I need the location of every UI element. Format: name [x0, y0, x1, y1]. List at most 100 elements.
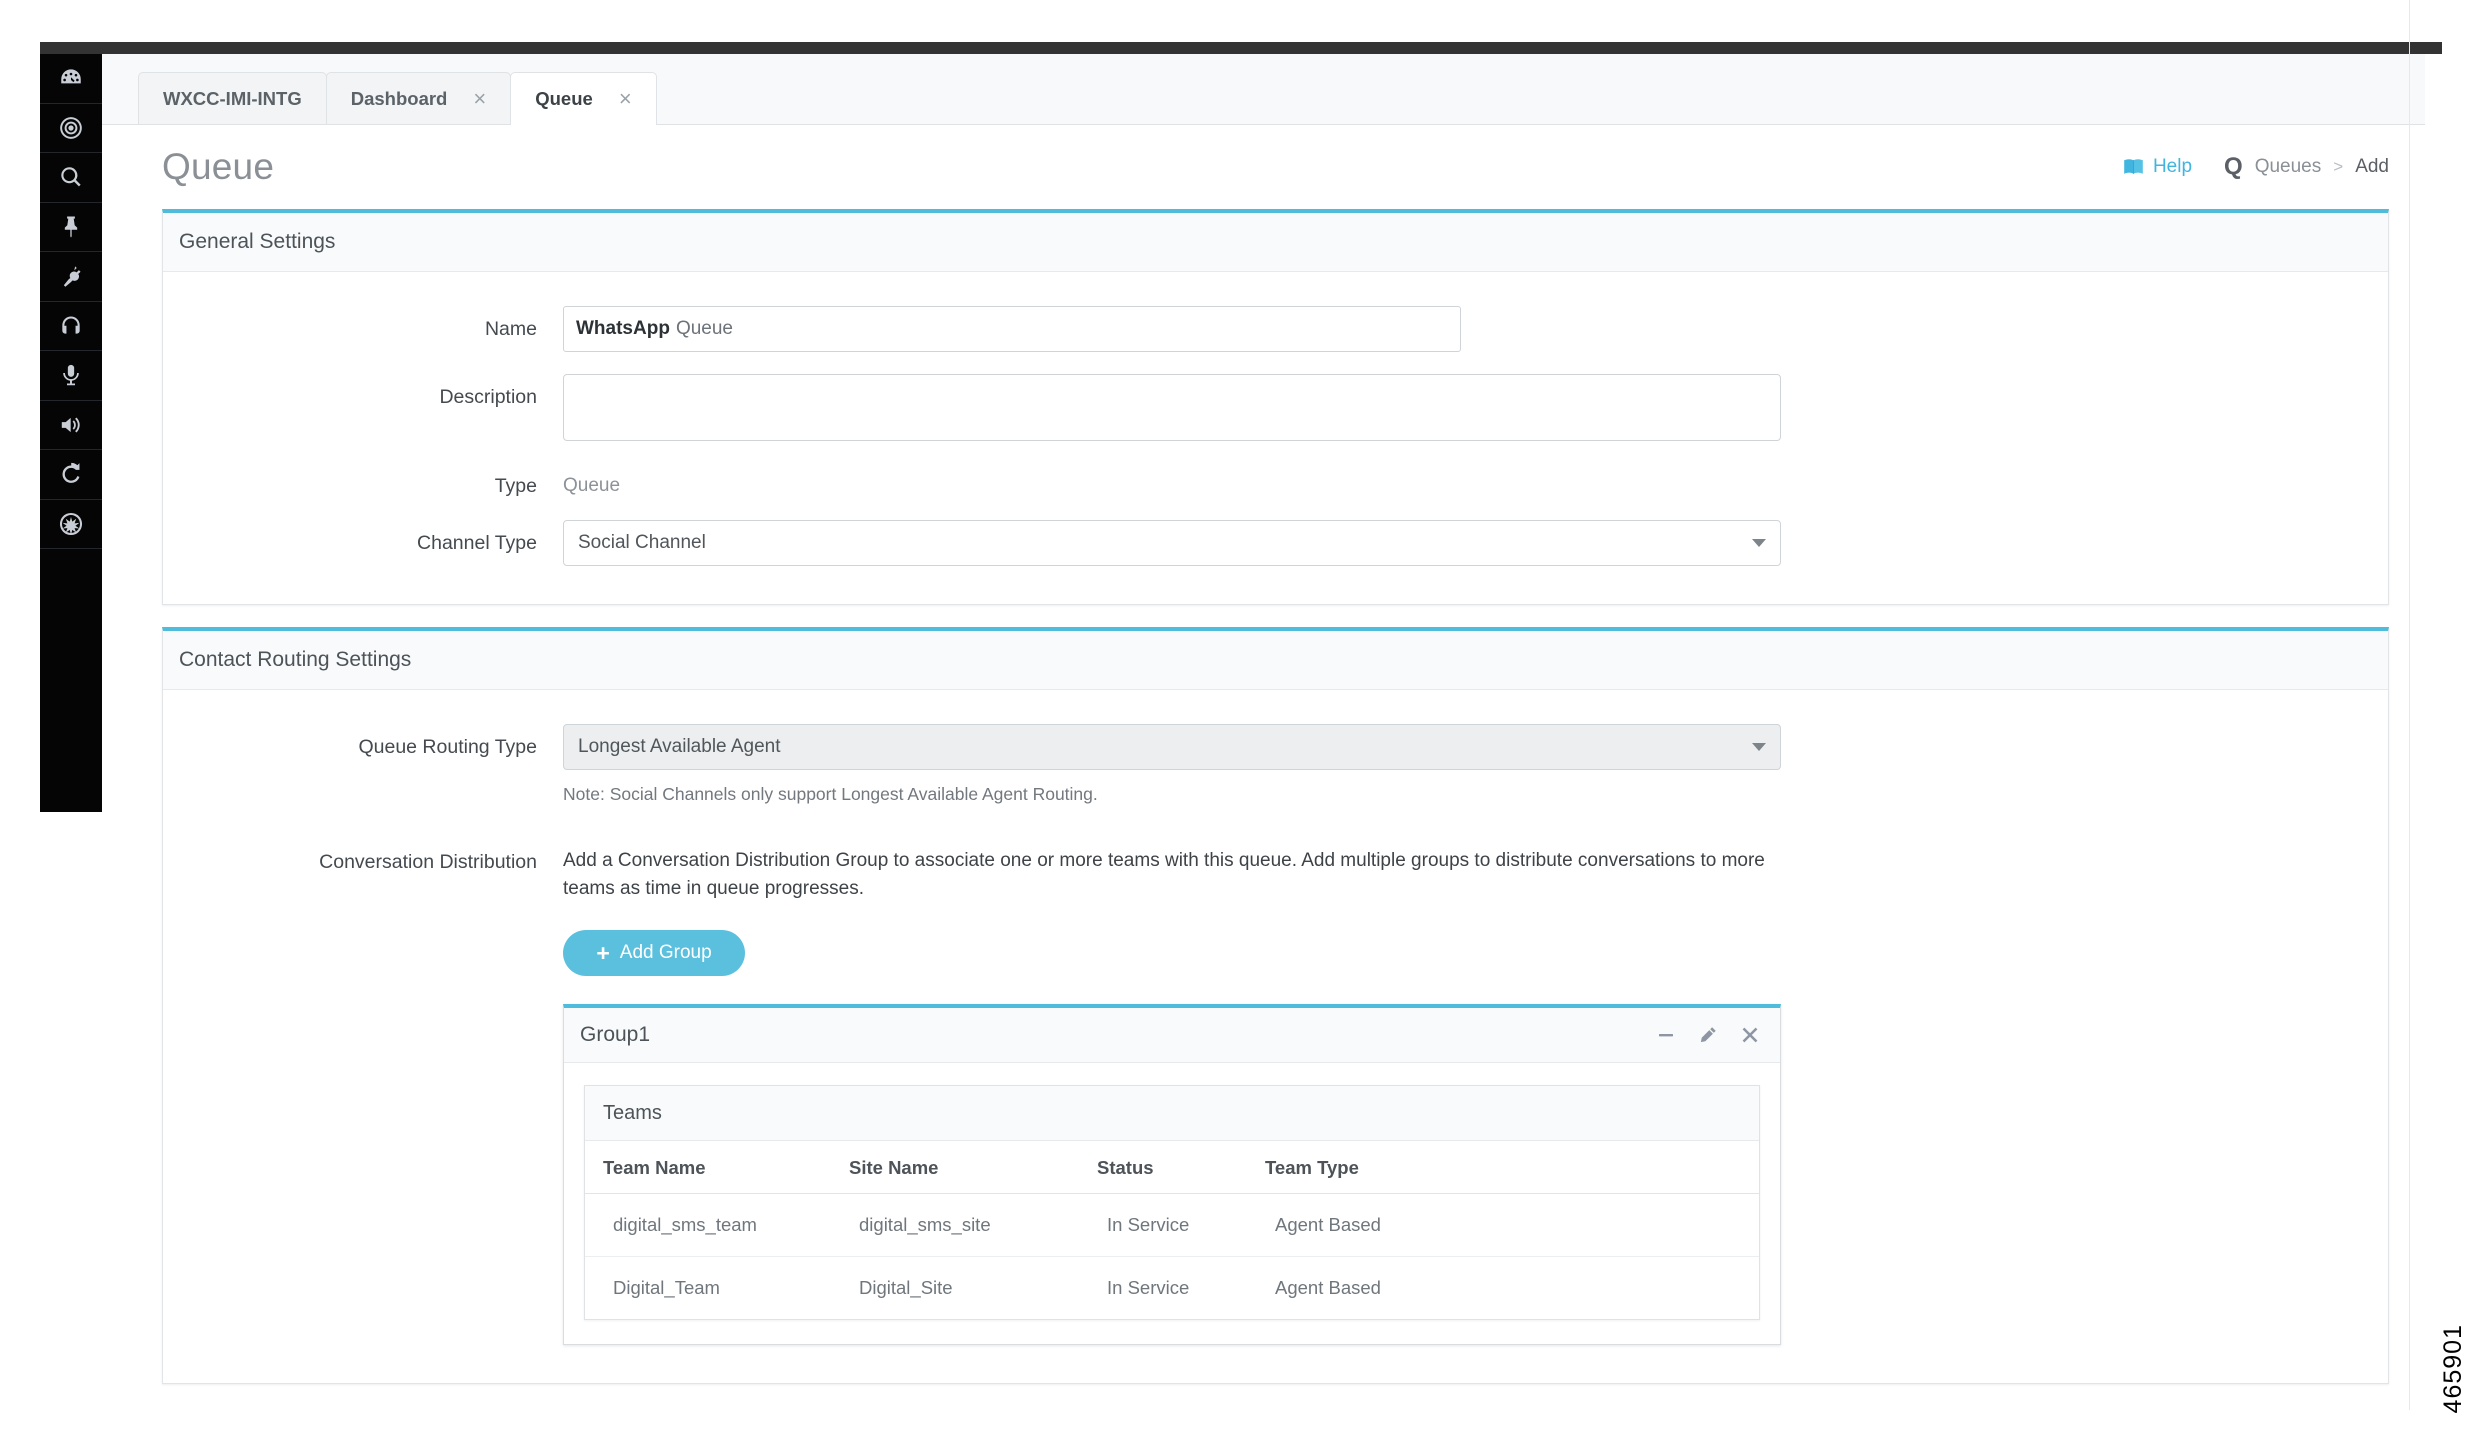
window-top-bar	[40, 42, 2442, 54]
target-icon	[58, 115, 84, 141]
name-value-strong: WhatsApp	[576, 318, 670, 340]
cell-team-name: digital_sms_team	[585, 1194, 849, 1257]
group-card-header: Group1	[564, 1008, 1780, 1063]
cell-status: In Service	[1097, 1194, 1265, 1257]
panel-title-general-settings: General Settings	[163, 213, 2388, 272]
help-link[interactable]: Help	[2123, 156, 2192, 178]
panel-title-contact-routing: Contact Routing Settings	[163, 631, 2388, 690]
teams-table: Team Name Site Name Status Team Type	[585, 1141, 1759, 1319]
teams-title: Teams	[585, 1086, 1759, 1141]
sidebar-item-history[interactable]	[40, 450, 102, 500]
queue-routing-type-field-wrap: Longest Available Agent Note: Social Cha…	[563, 724, 2388, 805]
description-textarea[interactable]	[563, 374, 1781, 441]
table-header-row: Team Name Site Name Status Team Type	[585, 1141, 1759, 1194]
breadcrumb-separator: >	[2333, 157, 2343, 177]
general-settings-body: Name WhatsApp Queue Description	[163, 272, 2388, 604]
queue-routing-type-value: Longest Available Agent	[578, 736, 781, 758]
cell-team-type: Agent Based	[1265, 1194, 1759, 1257]
type-value: Queue	[563, 463, 2388, 497]
search-icon	[58, 164, 84, 190]
tab-label: Dashboard	[351, 88, 448, 110]
gear-icon	[58, 511, 84, 537]
sidebar-item-headset[interactable]	[40, 302, 102, 352]
book-icon	[2123, 158, 2144, 176]
field-row-type: Type Queue	[163, 463, 2388, 498]
queue-q-icon: Q	[2224, 155, 2243, 179]
table-row[interactable]: Digital_Team Digital_Site In Service Age…	[585, 1257, 1759, 1320]
microphone-icon	[58, 362, 84, 388]
channel-type-value: Social Channel	[578, 532, 706, 554]
channel-type-select[interactable]: Social Channel	[563, 520, 1781, 566]
page-header: Queue Help Q Queues > Add	[102, 125, 2425, 209]
field-row-channel-type: Channel Type Social Channel	[163, 520, 2388, 566]
channel-type-field-wrap: Social Channel	[563, 520, 2388, 566]
sidebar-item-plug[interactable]	[40, 252, 102, 302]
close-icon[interactable]: ×	[473, 88, 486, 110]
column-header-team-name: Team Name	[585, 1141, 849, 1194]
plus-icon: +	[596, 942, 609, 965]
queue-routing-type-select[interactable]: Longest Available Agent	[563, 724, 1781, 770]
application-frame: WXCC-IMI-INTG Dashboard × Queue × Queue	[102, 54, 2425, 1410]
queue-routing-type-label: Queue Routing Type	[163, 724, 563, 759]
tab-wxcc-imi-intg[interactable]: WXCC-IMI-INTG	[138, 72, 327, 125]
conversation-distribution-label: Conversation Distribution	[163, 839, 563, 874]
page-content: Queue Help Q Queues > Add General Settin	[102, 124, 2425, 1410]
add-group-label: Add Group	[620, 942, 712, 964]
cell-site-name: Digital_Site	[849, 1257, 1097, 1320]
add-group-button[interactable]: + Add Group	[563, 930, 745, 976]
cell-site-name: digital_sms_site	[849, 1194, 1097, 1257]
field-row-queue-routing-type: Queue Routing Type Longest Available Age…	[163, 724, 2388, 805]
cell-team-name: Digital_Team	[585, 1257, 849, 1320]
type-label: Type	[163, 463, 563, 498]
group-card: Group1	[563, 1004, 1781, 1345]
routing-note: Note: Social Channels only support Longe…	[563, 784, 2388, 805]
sidebar-item-pin[interactable]	[40, 203, 102, 253]
breadcrumb-queues[interactable]: Queues	[2255, 156, 2322, 178]
sidebar-item-volume[interactable]	[40, 401, 102, 451]
minus-icon[interactable]	[1656, 1025, 1676, 1045]
sidebar-item-settings[interactable]	[40, 500, 102, 550]
pencil-icon[interactable]	[1698, 1025, 1718, 1045]
name-field-wrap: WhatsApp Queue	[563, 306, 2388, 352]
headset-icon	[58, 313, 84, 339]
sidebar-item-dashboard[interactable]	[40, 54, 102, 104]
name-label: Name	[163, 306, 563, 341]
tab-label: WXCC-IMI-INTG	[163, 88, 302, 110]
undo-icon	[58, 461, 84, 487]
gauge-icon	[58, 65, 84, 91]
close-icon[interactable]	[1740, 1025, 1760, 1045]
name-input[interactable]: WhatsApp Queue	[563, 306, 1461, 352]
help-label: Help	[2153, 156, 2192, 178]
column-header-site-name: Site Name	[849, 1141, 1097, 1194]
sidebar-item-search[interactable]	[40, 153, 102, 203]
group-actions	[1634, 1025, 1760, 1045]
tab-queue[interactable]: Queue ×	[510, 72, 656, 125]
field-row-conversation-distribution: Conversation Distribution Add a Conversa…	[163, 839, 2388, 1345]
tab-label: Queue	[535, 88, 593, 110]
description-field-wrap	[563, 374, 2388, 441]
conversation-distribution-description: Add a Conversation Distribution Group to…	[563, 839, 1783, 902]
field-row-name: Name WhatsApp Queue	[163, 306, 2388, 352]
speaker-icon	[58, 412, 84, 438]
left-icon-rail	[40, 54, 102, 812]
conversation-distribution-field-wrap: Add a Conversation Distribution Group to…	[563, 839, 2388, 1345]
tab-dashboard[interactable]: Dashboard ×	[326, 72, 512, 125]
contact-routing-settings-panel: Contact Routing Settings Queue Routing T…	[162, 627, 2389, 1384]
table-row[interactable]: digital_sms_team digital_sms_site In Ser…	[585, 1194, 1759, 1257]
sidebar-item-bullseye[interactable]	[40, 104, 102, 154]
sidebar-item-microphone[interactable]	[40, 351, 102, 401]
pushpin-icon	[58, 214, 84, 240]
rail-spacer	[40, 549, 102, 812]
description-label: Description	[163, 374, 563, 409]
figure-rule	[2409, 0, 2410, 1410]
group-title: Group1	[580, 1023, 650, 1047]
teams-box: Teams Team Name Site Name Status Team Ty	[584, 1085, 1760, 1320]
plug-icon	[58, 263, 84, 289]
tab-bar: WXCC-IMI-INTG Dashboard × Queue ×	[102, 54, 2425, 125]
general-settings-panel: General Settings Name WhatsApp Queue Des…	[162, 209, 2389, 605]
type-field-wrap: Queue	[563, 463, 2388, 497]
close-icon[interactable]: ×	[619, 88, 632, 110]
cell-status: In Service	[1097, 1257, 1265, 1320]
page-title: Queue	[162, 146, 274, 188]
figure-number: 465901	[2439, 1324, 2468, 1413]
